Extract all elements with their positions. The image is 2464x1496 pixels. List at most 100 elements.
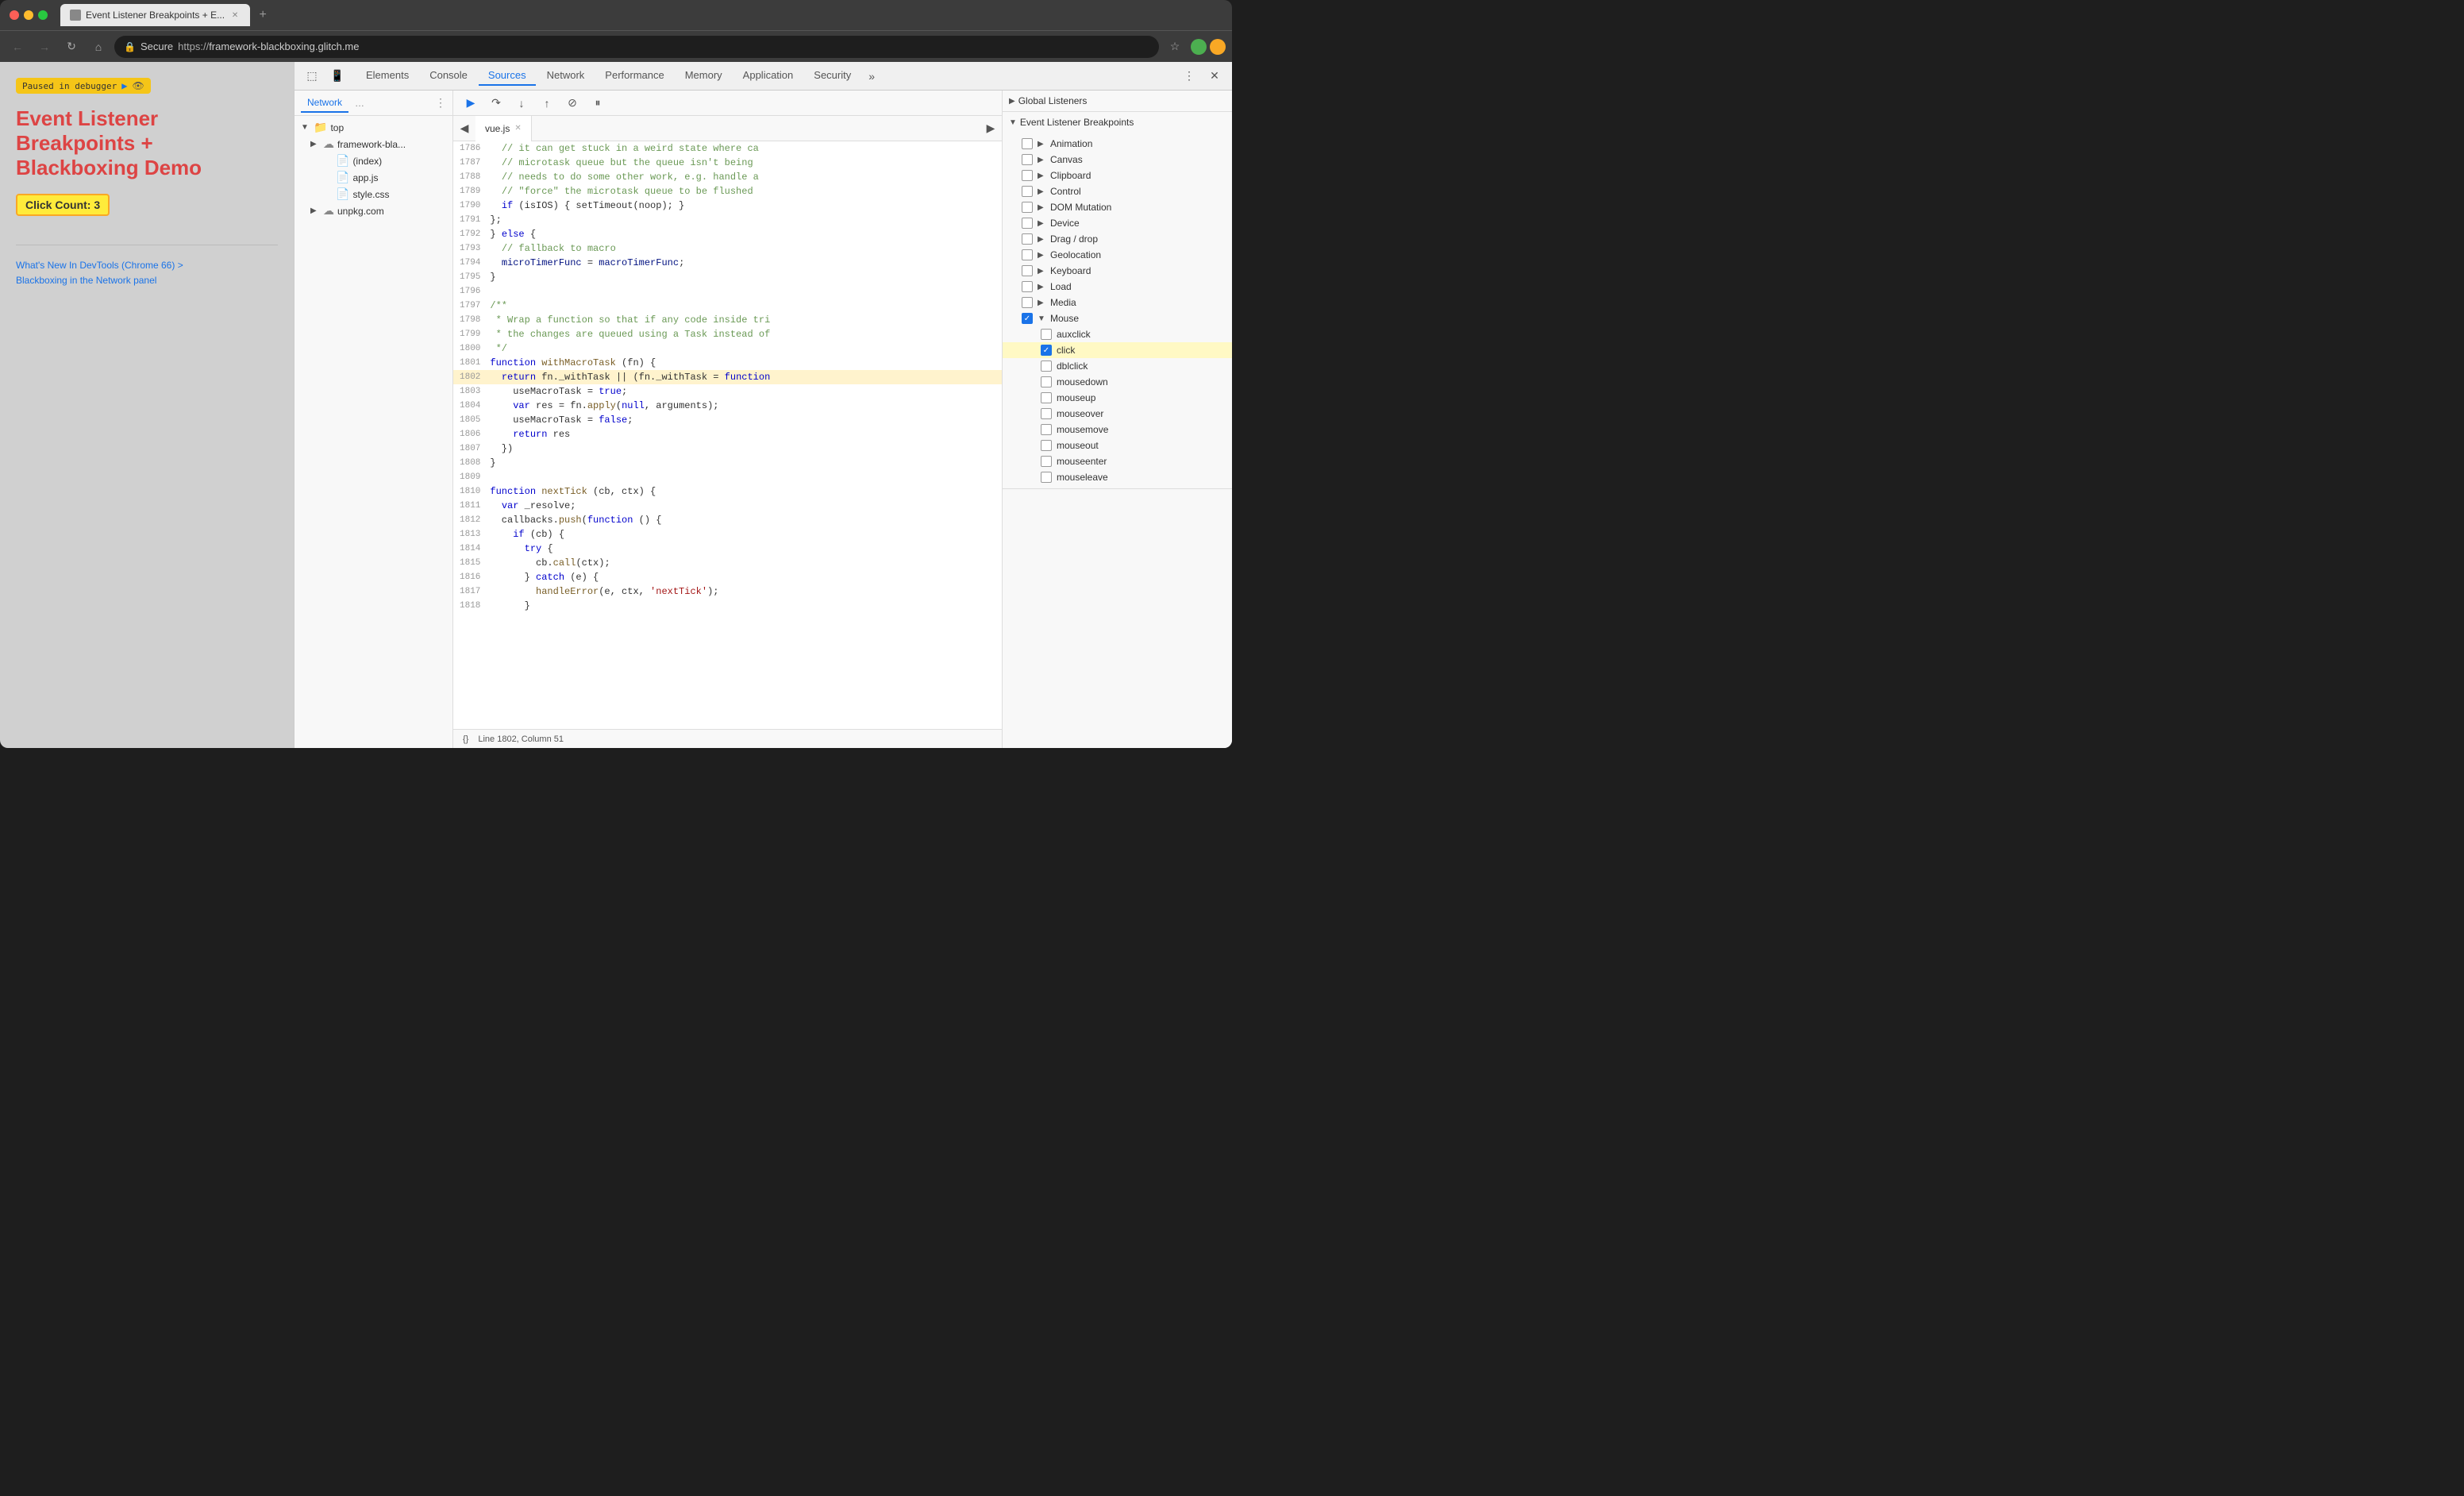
format-button[interactable]: {} [463,735,468,744]
category-drag-drop[interactable]: Drag / drop [1003,231,1232,247]
settings-button[interactable]: ⋮ [1178,65,1200,87]
new-tab-button[interactable]: + [253,6,272,25]
tab-network[interactable]: Network [537,66,595,86]
tab-application[interactable]: Application [733,66,803,86]
checkbox-mouseup[interactable] [1041,392,1052,403]
active-tab[interactable]: Event Listener Breakpoints + E... ✕ [60,4,250,26]
editor-nav-back[interactable]: ◀ [453,118,475,140]
subevent-click[interactable]: ✓ click [1003,342,1232,358]
category-control[interactable]: Control [1003,183,1232,199]
tree-item-appjs[interactable]: 📄 app.js [295,169,452,186]
editor-tab-close[interactable]: ✕ [514,124,521,133]
whats-new-link[interactable]: What's New In DevTools (Chrome 66) > [16,258,278,273]
checkbox-auxclick[interactable] [1041,329,1052,340]
step-over-button[interactable]: ↷ [485,92,507,114]
tab-performance[interactable]: Performance [595,66,673,86]
close-button[interactable] [10,10,19,20]
tab-close-button[interactable]: ✕ [229,10,241,21]
checkbox-mouseleave[interactable] [1041,472,1052,483]
tab-sources[interactable]: Sources [479,66,536,86]
sidebar-tab-more[interactable]: … [352,94,368,112]
checkbox-mouseout[interactable] [1041,440,1052,451]
subevent-mouseout[interactable]: mouseout [1003,438,1232,453]
eye-icon[interactable]: 👁 [132,80,144,91]
checkbox-mousemove[interactable] [1041,424,1052,435]
subevent-mousemove[interactable]: mousemove [1003,422,1232,438]
play-icon[interactable]: ▶ [121,80,127,91]
global-listeners-header[interactable]: Global Listeners [1003,91,1232,111]
code-content[interactable]: 1786 // it can get stuck in a weird stat… [453,141,1002,729]
category-clipboard[interactable]: Clipboard [1003,168,1232,183]
checkbox-device[interactable] [1022,218,1033,229]
line-code: } [490,599,529,613]
event-breakpoints-header[interactable]: Event Listener Breakpoints [1003,112,1232,133]
ext-icon-2[interactable] [1210,39,1226,55]
forward-button[interactable]: → [33,36,56,58]
category-load[interactable]: Load [1003,279,1232,295]
back-button[interactable]: ← [6,36,29,58]
checkbox-dblclick[interactable] [1041,361,1052,372]
bookmark-button[interactable]: ☆ [1164,36,1186,58]
more-tabs-button[interactable]: » [862,67,881,86]
checkbox-control[interactable] [1022,186,1033,197]
tab-elements[interactable]: Elements [356,66,418,86]
checkbox-animation[interactable] [1022,138,1033,149]
tree-item-stylecss[interactable]: 📄 style.css [295,186,452,202]
checkbox-clipboard[interactable] [1022,170,1033,181]
subevent-mousedown[interactable]: mousedown [1003,374,1232,390]
click-count-badge[interactable]: Click Count: 3 [16,194,110,216]
step-out-button[interactable]: ↑ [536,92,558,114]
category-dom-mutation[interactable]: DOM Mutation [1003,199,1232,215]
tab-console[interactable]: Console [420,66,477,86]
checkbox-geolocation[interactable] [1022,249,1033,260]
category-canvas[interactable]: Canvas [1003,152,1232,168]
subevent-mouseleave[interactable]: mouseleave [1003,469,1232,485]
blackboxing-link[interactable]: Blackboxing in the Network panel [16,273,278,288]
checkbox-dom-mutation[interactable] [1022,202,1033,213]
close-devtools-button[interactable]: ✕ [1203,65,1226,87]
checkbox-mousedown[interactable] [1041,376,1052,387]
checkbox-canvas[interactable] [1022,154,1033,165]
subevent-mouseover[interactable]: mouseover [1003,406,1232,422]
subevent-mouseenter[interactable]: mouseenter [1003,453,1232,469]
subevent-mouseup[interactable]: mouseup [1003,390,1232,406]
tab-security[interactable]: Security [804,66,860,86]
sidebar-tab-network[interactable]: Network [301,94,348,113]
ext-icon-1[interactable] [1191,39,1207,55]
editor-action-more[interactable]: ▶ [980,118,1002,140]
checkbox-load[interactable] [1022,281,1033,292]
minimize-button[interactable] [24,10,33,20]
checkbox-click[interactable]: ✓ [1041,345,1052,356]
home-button[interactable]: ⌂ [87,36,110,58]
category-keyboard[interactable]: Keyboard [1003,263,1232,279]
editor-tab-vuejs[interactable]: vue.js ✕ [475,116,532,141]
checkbox-mouseenter[interactable] [1041,456,1052,467]
reload-button[interactable]: ↻ [60,36,83,58]
subevent-dblclick[interactable]: dblclick [1003,358,1232,374]
category-animation[interactable]: Animation [1003,136,1232,152]
category-media[interactable]: Media [1003,295,1232,310]
checkbox-media[interactable] [1022,297,1033,308]
step-into-button[interactable]: ↓ [510,92,533,114]
resume-button[interactable]: ▶ [460,92,482,114]
category-geolocation[interactable]: Geolocation [1003,247,1232,263]
sidebar-kebab-menu[interactable]: ⋮ [435,96,446,110]
maximize-button[interactable] [38,10,48,20]
device-mode-button[interactable]: 📱 [326,65,348,87]
tab-memory[interactable]: Memory [676,66,732,86]
checkbox-mouse[interactable]: ✓ [1022,313,1033,324]
pause-exceptions-button[interactable]: ⏸ [587,92,609,114]
tree-item-framework[interactable]: ▶ ☁ framework-bla... [295,136,452,152]
url-bar[interactable]: 🔒 Secure https://framework-blackboxing.g… [114,36,1159,58]
checkbox-keyboard[interactable] [1022,265,1033,276]
inspect-element-button[interactable]: ⬚ [301,65,323,87]
category-mouse[interactable]: ✓ Mouse [1003,310,1232,326]
checkbox-drag-drop[interactable] [1022,233,1033,245]
subevent-auxclick[interactable]: auxclick [1003,326,1232,342]
tree-item-top[interactable]: ▼ 📁 top [295,119,452,136]
tree-item-index[interactable]: 📄 (index) [295,152,452,169]
checkbox-mouseover[interactable] [1041,408,1052,419]
category-device[interactable]: Device [1003,215,1232,231]
tree-item-unpkg[interactable]: ▶ ☁ unpkg.com [295,202,452,219]
deactivate-breakpoints-button[interactable]: ⊘ [561,92,583,114]
